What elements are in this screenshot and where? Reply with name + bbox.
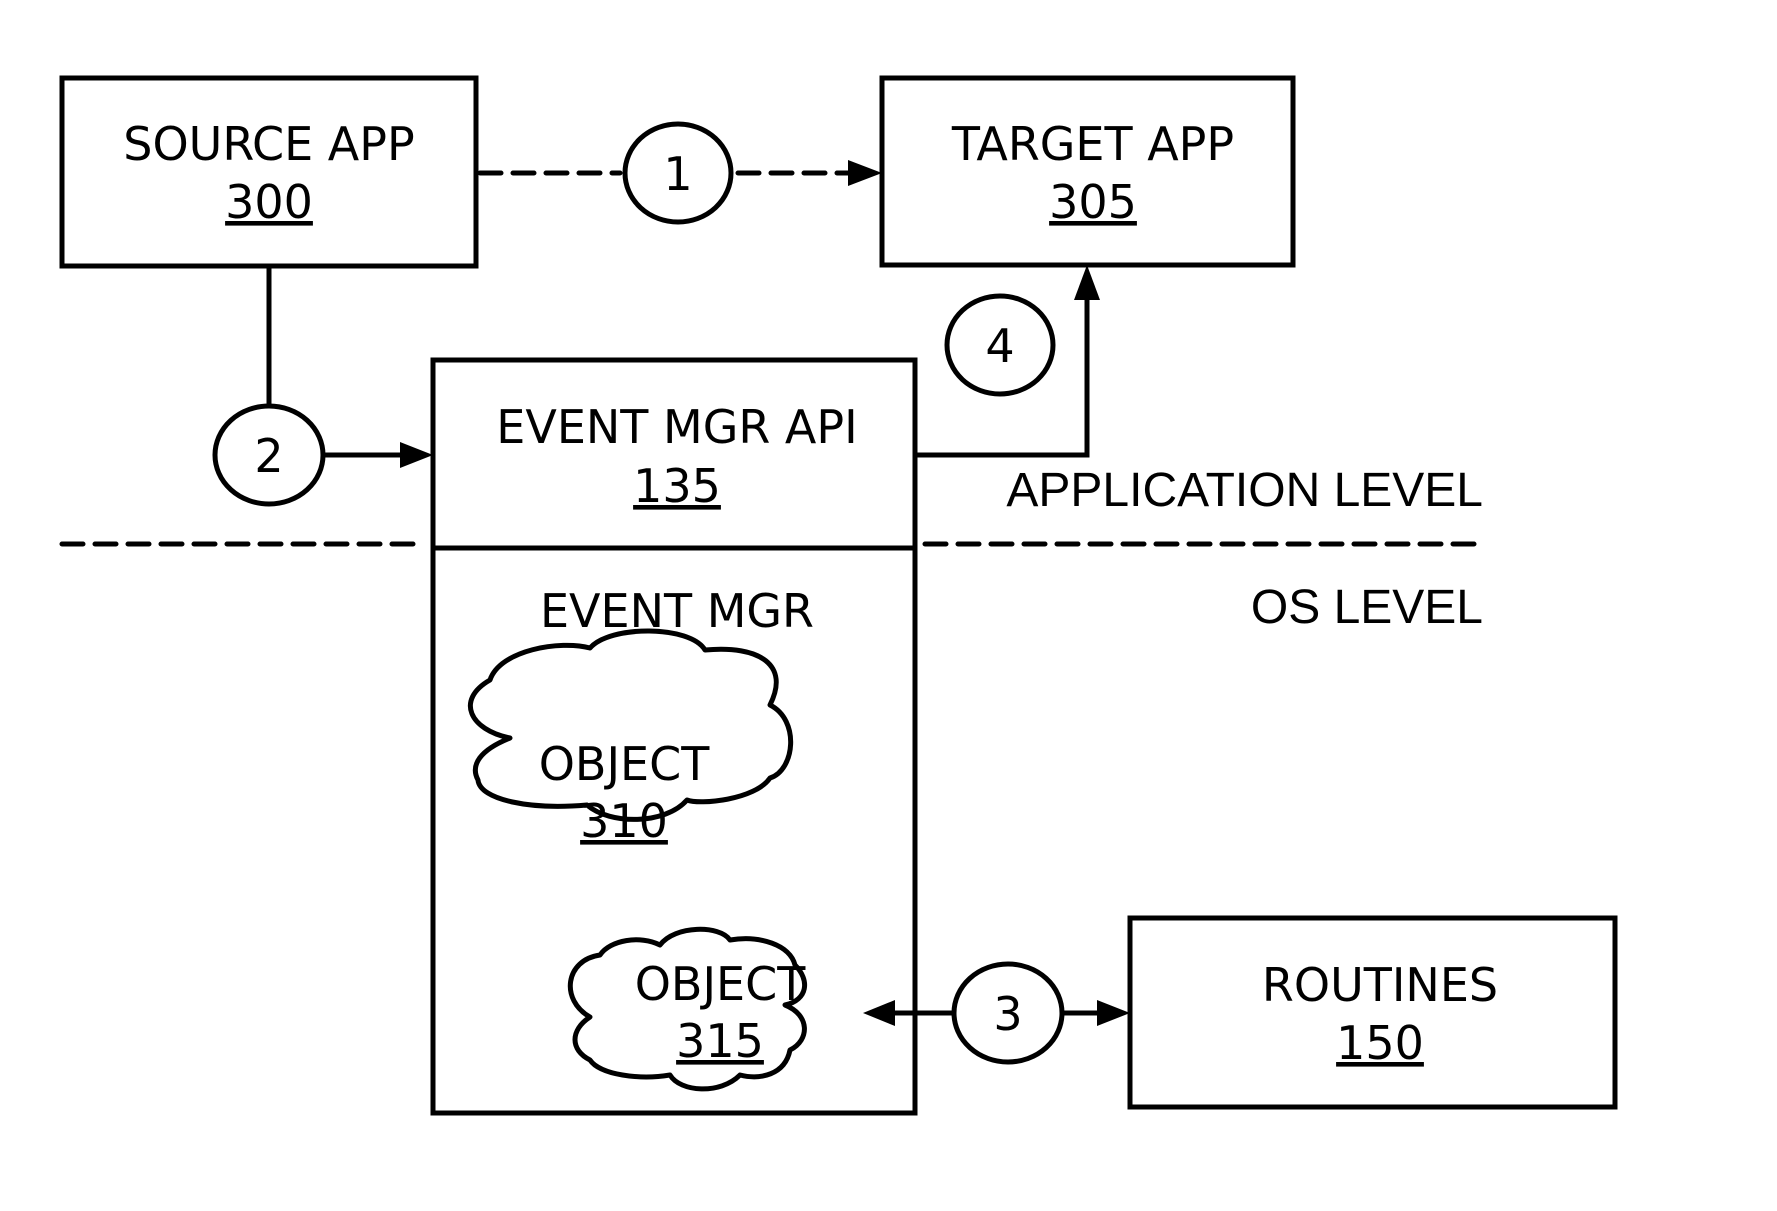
- source-app-label: SOURCE APP: [123, 117, 415, 171]
- object-315-node: OBJECT 315: [567, 926, 808, 1092]
- target-app-label: TARGET APP: [951, 117, 1234, 171]
- arrowhead-icon: [1097, 1000, 1130, 1026]
- target-app-node: TARGET APP 305: [879, 75, 1296, 268]
- step-2-number: 2: [254, 429, 283, 483]
- routines-node: ROUTINES 150: [1127, 915, 1618, 1110]
- event-mgr-api-ref: 135: [633, 459, 721, 513]
- object-315-ref: 315: [676, 1014, 764, 1068]
- step-2-connector: 2: [212, 266, 433, 507]
- routines-label: ROUTINES: [1262, 958, 1498, 1012]
- step-3-number: 3: [993, 987, 1022, 1041]
- object-310-ref: 310: [580, 794, 668, 848]
- application-level-label: APPLICATION LEVEL: [1006, 464, 1483, 517]
- os-level-label: OS LEVEL: [1251, 581, 1483, 634]
- arrowhead-icon: [1074, 265, 1100, 300]
- arrowhead-icon: [848, 160, 882, 186]
- object-315-label: OBJECT: [635, 957, 807, 1011]
- arrowhead-icon: [400, 442, 433, 468]
- cloud-icon: [467, 628, 794, 822]
- routines-ref: 150: [1336, 1016, 1424, 1070]
- step-4-number: 4: [985, 319, 1014, 373]
- source-app-ref: 300: [225, 175, 313, 229]
- event-mgr-api-label: EVENT MGR API: [496, 400, 857, 454]
- event-manager-diagram: APPLICATION LEVEL OS LEVEL SOURCE APP 30…: [59, 75, 1618, 1116]
- step-4-connector: 4: [915, 265, 1100, 458]
- source-app-node: SOURCE APP 300: [59, 75, 479, 269]
- target-app-ref: 305: [1049, 175, 1137, 229]
- event-mgr-label: EVENT MGR: [540, 584, 814, 638]
- step-1-number: 1: [663, 147, 692, 201]
- object-310-label: OBJECT: [539, 737, 711, 791]
- step-1-connector: 1: [477, 121, 882, 225]
